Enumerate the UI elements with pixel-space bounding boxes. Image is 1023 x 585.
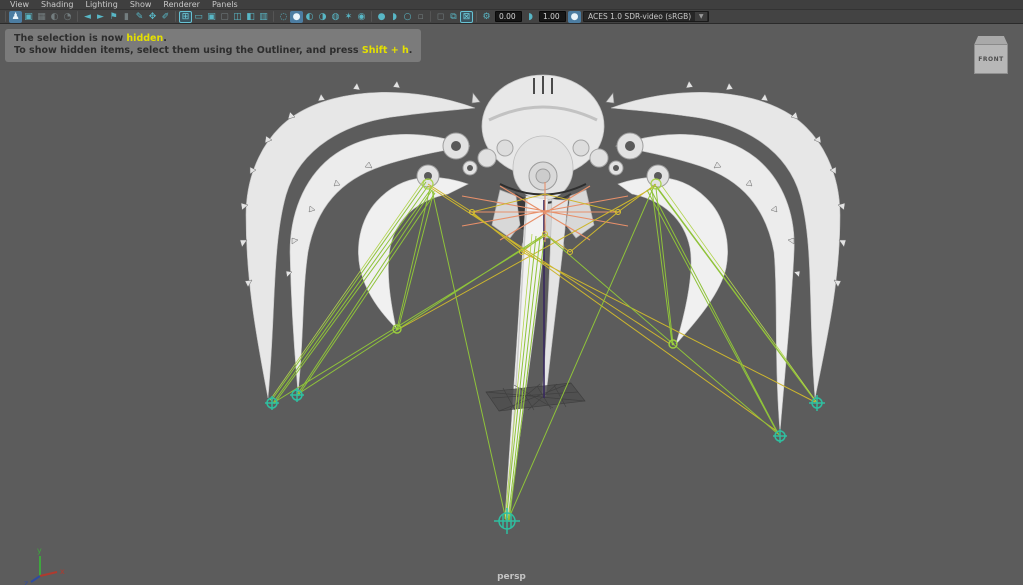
selection-highlight-icon[interactable]: ⊠ xyxy=(460,11,473,23)
grid-icon[interactable]: ⊞ xyxy=(179,11,192,23)
resolution-gate-icon[interactable]: ▣ xyxy=(205,11,218,23)
gate-mask-icon[interactable]: ▢ xyxy=(218,11,231,23)
safe-title-icon[interactable]: ▥ xyxy=(257,11,270,23)
viewport[interactable]: y x z The selection is now hidden. To sh… xyxy=(0,24,1023,585)
pen-icon[interactable]: ✐ xyxy=(159,11,172,23)
view-transform-value: ACES 1.0 SDR-video (sRGB) xyxy=(584,12,695,21)
camera-label: persp xyxy=(0,572,1023,582)
next-view-icon[interactable]: ► xyxy=(94,11,107,23)
toolbar-icons: ♟▣▦◐◔◄►⚑▮✎✥✐⊞▭▣▢◫◧▥◌●◐◑◍✶◉●◗○▫◻⧉⊠⚙ xyxy=(2,11,493,23)
view-transform-ball-icon[interactable]: ● xyxy=(568,11,581,23)
image-plane-icon[interactable]: ▣ xyxy=(22,11,35,23)
pencil-icon[interactable]: ✎ xyxy=(133,11,146,23)
menu-panels[interactable]: Panels xyxy=(206,0,244,10)
shadows-icon[interactable]: ● xyxy=(375,11,388,23)
film-gate-icon[interactable]: ▭ xyxy=(192,11,205,23)
hotkey-highlight: Shift + h xyxy=(362,45,409,56)
safe-action-icon[interactable]: ◧ xyxy=(244,11,257,23)
bookmark-flag-icon[interactable]: ⚑ xyxy=(107,11,120,23)
xray-icon[interactable]: ⧉ xyxy=(447,11,460,23)
message-highlight: hidden xyxy=(126,33,163,44)
lights-icon[interactable]: ✶ xyxy=(342,11,355,23)
pan-zoom-icon[interactable]: ◐ xyxy=(48,11,61,23)
view-cube-front-face[interactable]: FRONT xyxy=(974,45,1008,74)
texture-ball-icon[interactable]: ◍ xyxy=(329,11,342,23)
gamma-icon[interactable]: ◗ xyxy=(524,11,537,23)
pin-icon[interactable]: ▮ xyxy=(120,11,133,23)
panel-menubar: ViewShadingLightingShowRendererPanels xyxy=(0,0,1023,10)
chevron-down-icon: ▼ xyxy=(695,12,707,21)
wireframe-sphere-icon[interactable]: ◌ xyxy=(277,11,290,23)
message-text: To show hidden items, select them using … xyxy=(14,45,362,56)
maya-viewport-panel: ViewShadingLightingShowRendererPanels ♟▣… xyxy=(0,0,1023,585)
textured-sphere-icon[interactable]: ◐ xyxy=(303,11,316,23)
axis-y-label: y xyxy=(37,546,42,555)
select-camera-icon[interactable]: ♟ xyxy=(9,11,22,23)
menu-renderer[interactable]: Renderer xyxy=(157,0,206,10)
panel-toolbar: ♟▣▦◐◔◄►⚑▮✎✥✐⊞▭▣▢◫◧▥◌●◐◑◍✶◉●◗○▫◻⧉⊠⚙ ◗ ● A… xyxy=(0,10,1023,24)
gamma-field[interactable] xyxy=(539,11,566,22)
view-cube-top-face[interactable] xyxy=(974,36,1008,45)
viewport-canvas[interactable]: y x z xyxy=(0,24,1023,585)
multisample-icon[interactable]: ▫ xyxy=(414,11,427,23)
rig-curves xyxy=(270,179,818,522)
message-text: The selection is now xyxy=(14,33,126,44)
menu-lighting[interactable]: Lighting xyxy=(79,0,123,10)
menu-shading[interactable]: Shading xyxy=(35,0,80,10)
spider-model xyxy=(240,75,846,518)
viewport-message: The selection is now hidden. To show hid… xyxy=(5,29,421,62)
isolate-select-icon[interactable]: ◻ xyxy=(434,11,447,23)
grease-pencil-icon[interactable]: ◔ xyxy=(61,11,74,23)
camera-ball-icon[interactable]: ◉ xyxy=(355,11,368,23)
anchor-icon[interactable]: ✥ xyxy=(146,11,159,23)
material-sphere-icon[interactable]: ◑ xyxy=(316,11,329,23)
field-chart-icon[interactable]: ◫ xyxy=(231,11,244,23)
view-cube[interactable]: FRONT xyxy=(974,36,1008,74)
ground-mesh xyxy=(486,383,585,411)
exposure-field[interactable] xyxy=(495,11,522,22)
bookmark-icon[interactable]: ▦ xyxy=(35,11,48,23)
menu-view[interactable]: View xyxy=(4,0,35,10)
prev-view-icon[interactable]: ◄ xyxy=(81,11,94,23)
view-transform-select[interactable]: ACES 1.0 SDR-video (sRGB) ▼ xyxy=(583,11,709,22)
occlusion-icon[interactable]: ◗ xyxy=(388,11,401,23)
exposure-gear-icon[interactable]: ⚙ xyxy=(480,11,493,23)
menu-show[interactable]: Show xyxy=(124,0,158,10)
motion-blur-icon[interactable]: ○ xyxy=(401,11,414,23)
shaded-sphere-icon[interactable]: ● xyxy=(290,11,303,23)
